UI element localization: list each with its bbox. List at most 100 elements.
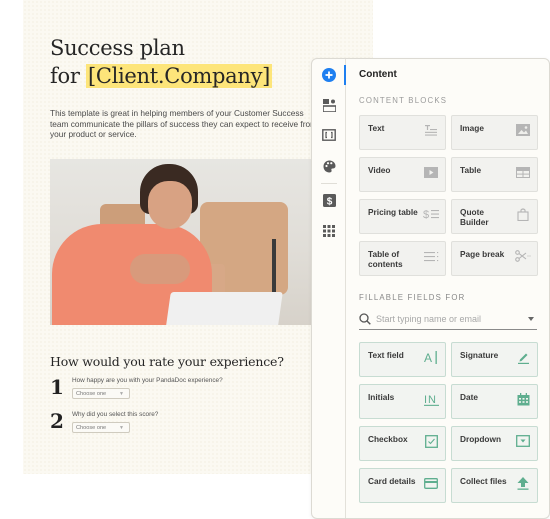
text-icon (423, 123, 439, 137)
select-value: Choose one (76, 425, 107, 431)
fillable-fields-label: FILLABLE FIELDS FOR (359, 293, 466, 302)
field-label: Text field (368, 350, 404, 360)
block-label: Video (368, 165, 391, 175)
initials-icon: IN (423, 392, 439, 406)
chevron-down-icon: ▼ (119, 391, 124, 397)
question-select[interactable]: Choose one ▼ (72, 388, 130, 399)
table-of-contents-icon (423, 249, 439, 263)
card-icon (423, 476, 439, 490)
palette-icon (323, 160, 335, 172)
rail-pricing[interactable]: $ (321, 192, 337, 208)
chevron-down-icon[interactable] (528, 317, 534, 321)
field-label: Signature (460, 350, 499, 360)
block-label: Page break (460, 249, 505, 259)
pricing-table-icon: $ (423, 207, 439, 221)
block-label: Table (460, 165, 482, 175)
calendar-icon (515, 392, 531, 406)
title-line-2: for [Client.Company] (50, 62, 273, 90)
svg-text:$: $ (423, 209, 429, 220)
checkbox-icon (423, 434, 439, 448)
svg-text:IN: IN (424, 394, 437, 406)
title-prefix: for (50, 64, 86, 88)
panel-title: Content (359, 69, 397, 80)
hero-image[interactable] (50, 159, 322, 325)
table-icon (515, 165, 531, 179)
text-field-icon: A (423, 350, 439, 364)
block-image[interactable]: Image (451, 115, 538, 150)
field-signature[interactable]: Signature (451, 342, 538, 377)
search-icon (359, 313, 371, 325)
field-collect-files[interactable]: Collect files (451, 468, 538, 503)
svg-text:$: $ (326, 196, 332, 207)
select-value: Choose one (76, 391, 107, 397)
rail-design[interactable] (321, 158, 337, 174)
field-date[interactable]: Date (451, 384, 538, 419)
block-table[interactable]: Table (451, 157, 538, 192)
image-icon (515, 123, 531, 137)
field-text-field[interactable]: Text field A (359, 342, 446, 377)
question-number: 2 (50, 409, 64, 433)
content-panel: $ Content CONTENT BLOCKS Text Image Vide… (311, 58, 550, 519)
chevron-down-icon: ▼ (119, 425, 124, 431)
upload-icon (515, 476, 531, 490)
svg-text:A: A (424, 351, 432, 364)
rating-title: How would you rate your experience? (50, 354, 284, 369)
block-video[interactable]: Video (359, 157, 446, 192)
scissors-icon (515, 249, 531, 263)
content-blocks-label: CONTENT BLOCKS (359, 96, 448, 105)
rail-blocks[interactable] (321, 97, 337, 113)
rail-divider (321, 183, 337, 184)
block-page-break[interactable]: Page break (451, 241, 538, 276)
block-label: Image (460, 123, 484, 133)
intro-paragraph: This template is great in helping member… (50, 108, 350, 140)
document-title: Success plan for [Client.Company] (50, 34, 273, 90)
quote-builder-icon (515, 207, 531, 221)
block-label: Quote Builder (460, 207, 489, 227)
intro-line: team communicate the pillars of success … (50, 118, 317, 129)
field-label: Collect files (460, 476, 507, 486)
blocks-icon (322, 98, 336, 112)
block-quote-builder[interactable]: Quote Builder (451, 199, 538, 234)
person-face (148, 181, 192, 229)
block-pricing-table[interactable]: Pricing table $ (359, 199, 446, 234)
block-text[interactable]: Text (359, 115, 446, 150)
field-label: Dropdown (460, 434, 502, 444)
rail-apps[interactable] (321, 223, 337, 239)
block-table-of-contents[interactable]: Table of contents (359, 241, 446, 276)
question-text: Why did you select this score? (72, 411, 159, 418)
recipient-search-input[interactable] (376, 312, 521, 326)
field-dropdown[interactable]: Dropdown (451, 426, 538, 461)
dropdown-icon (515, 434, 531, 448)
video-icon (423, 165, 439, 179)
field-checkbox[interactable]: Checkbox (359, 426, 446, 461)
dollar-icon: $ (322, 193, 336, 207)
block-label: Table of contents (368, 249, 403, 269)
recipient-search[interactable] (359, 311, 537, 330)
field-initials[interactable]: Initials IN (359, 384, 446, 419)
question-number: 1 (50, 375, 64, 399)
panel-content: Content CONTENT BLOCKS Text Image Video … (347, 59, 549, 518)
active-indicator (344, 65, 346, 85)
intro-line: your product or service. (50, 129, 137, 139)
brackets-icon (322, 129, 336, 141)
field-label: Card details (368, 476, 416, 486)
signature-icon (515, 350, 531, 364)
client-company-variable[interactable]: [Client.Company] (85, 64, 273, 88)
intro-line: This template is great in helping member… (50, 108, 304, 118)
panel-rail: $ (312, 59, 346, 518)
field-label: Initials (368, 392, 395, 402)
title-line-1: Success plan (50, 36, 185, 60)
heart-hands (130, 254, 190, 284)
rail-add-content[interactable] (321, 67, 337, 83)
question-text: How happy are you with your PandaDoc exp… (72, 377, 223, 384)
block-label: Pricing table (368, 207, 418, 217)
laptop (165, 292, 283, 325)
rail-variables[interactable] (321, 127, 337, 143)
field-card-details[interactable]: Card details (359, 468, 446, 503)
field-label: Date (460, 392, 478, 402)
grid-icon (323, 225, 335, 237)
field-label: Checkbox (368, 434, 408, 444)
block-label: Text (368, 123, 385, 133)
question-select[interactable]: Choose one ▼ (72, 422, 130, 433)
plus-circle-icon (322, 68, 336, 82)
